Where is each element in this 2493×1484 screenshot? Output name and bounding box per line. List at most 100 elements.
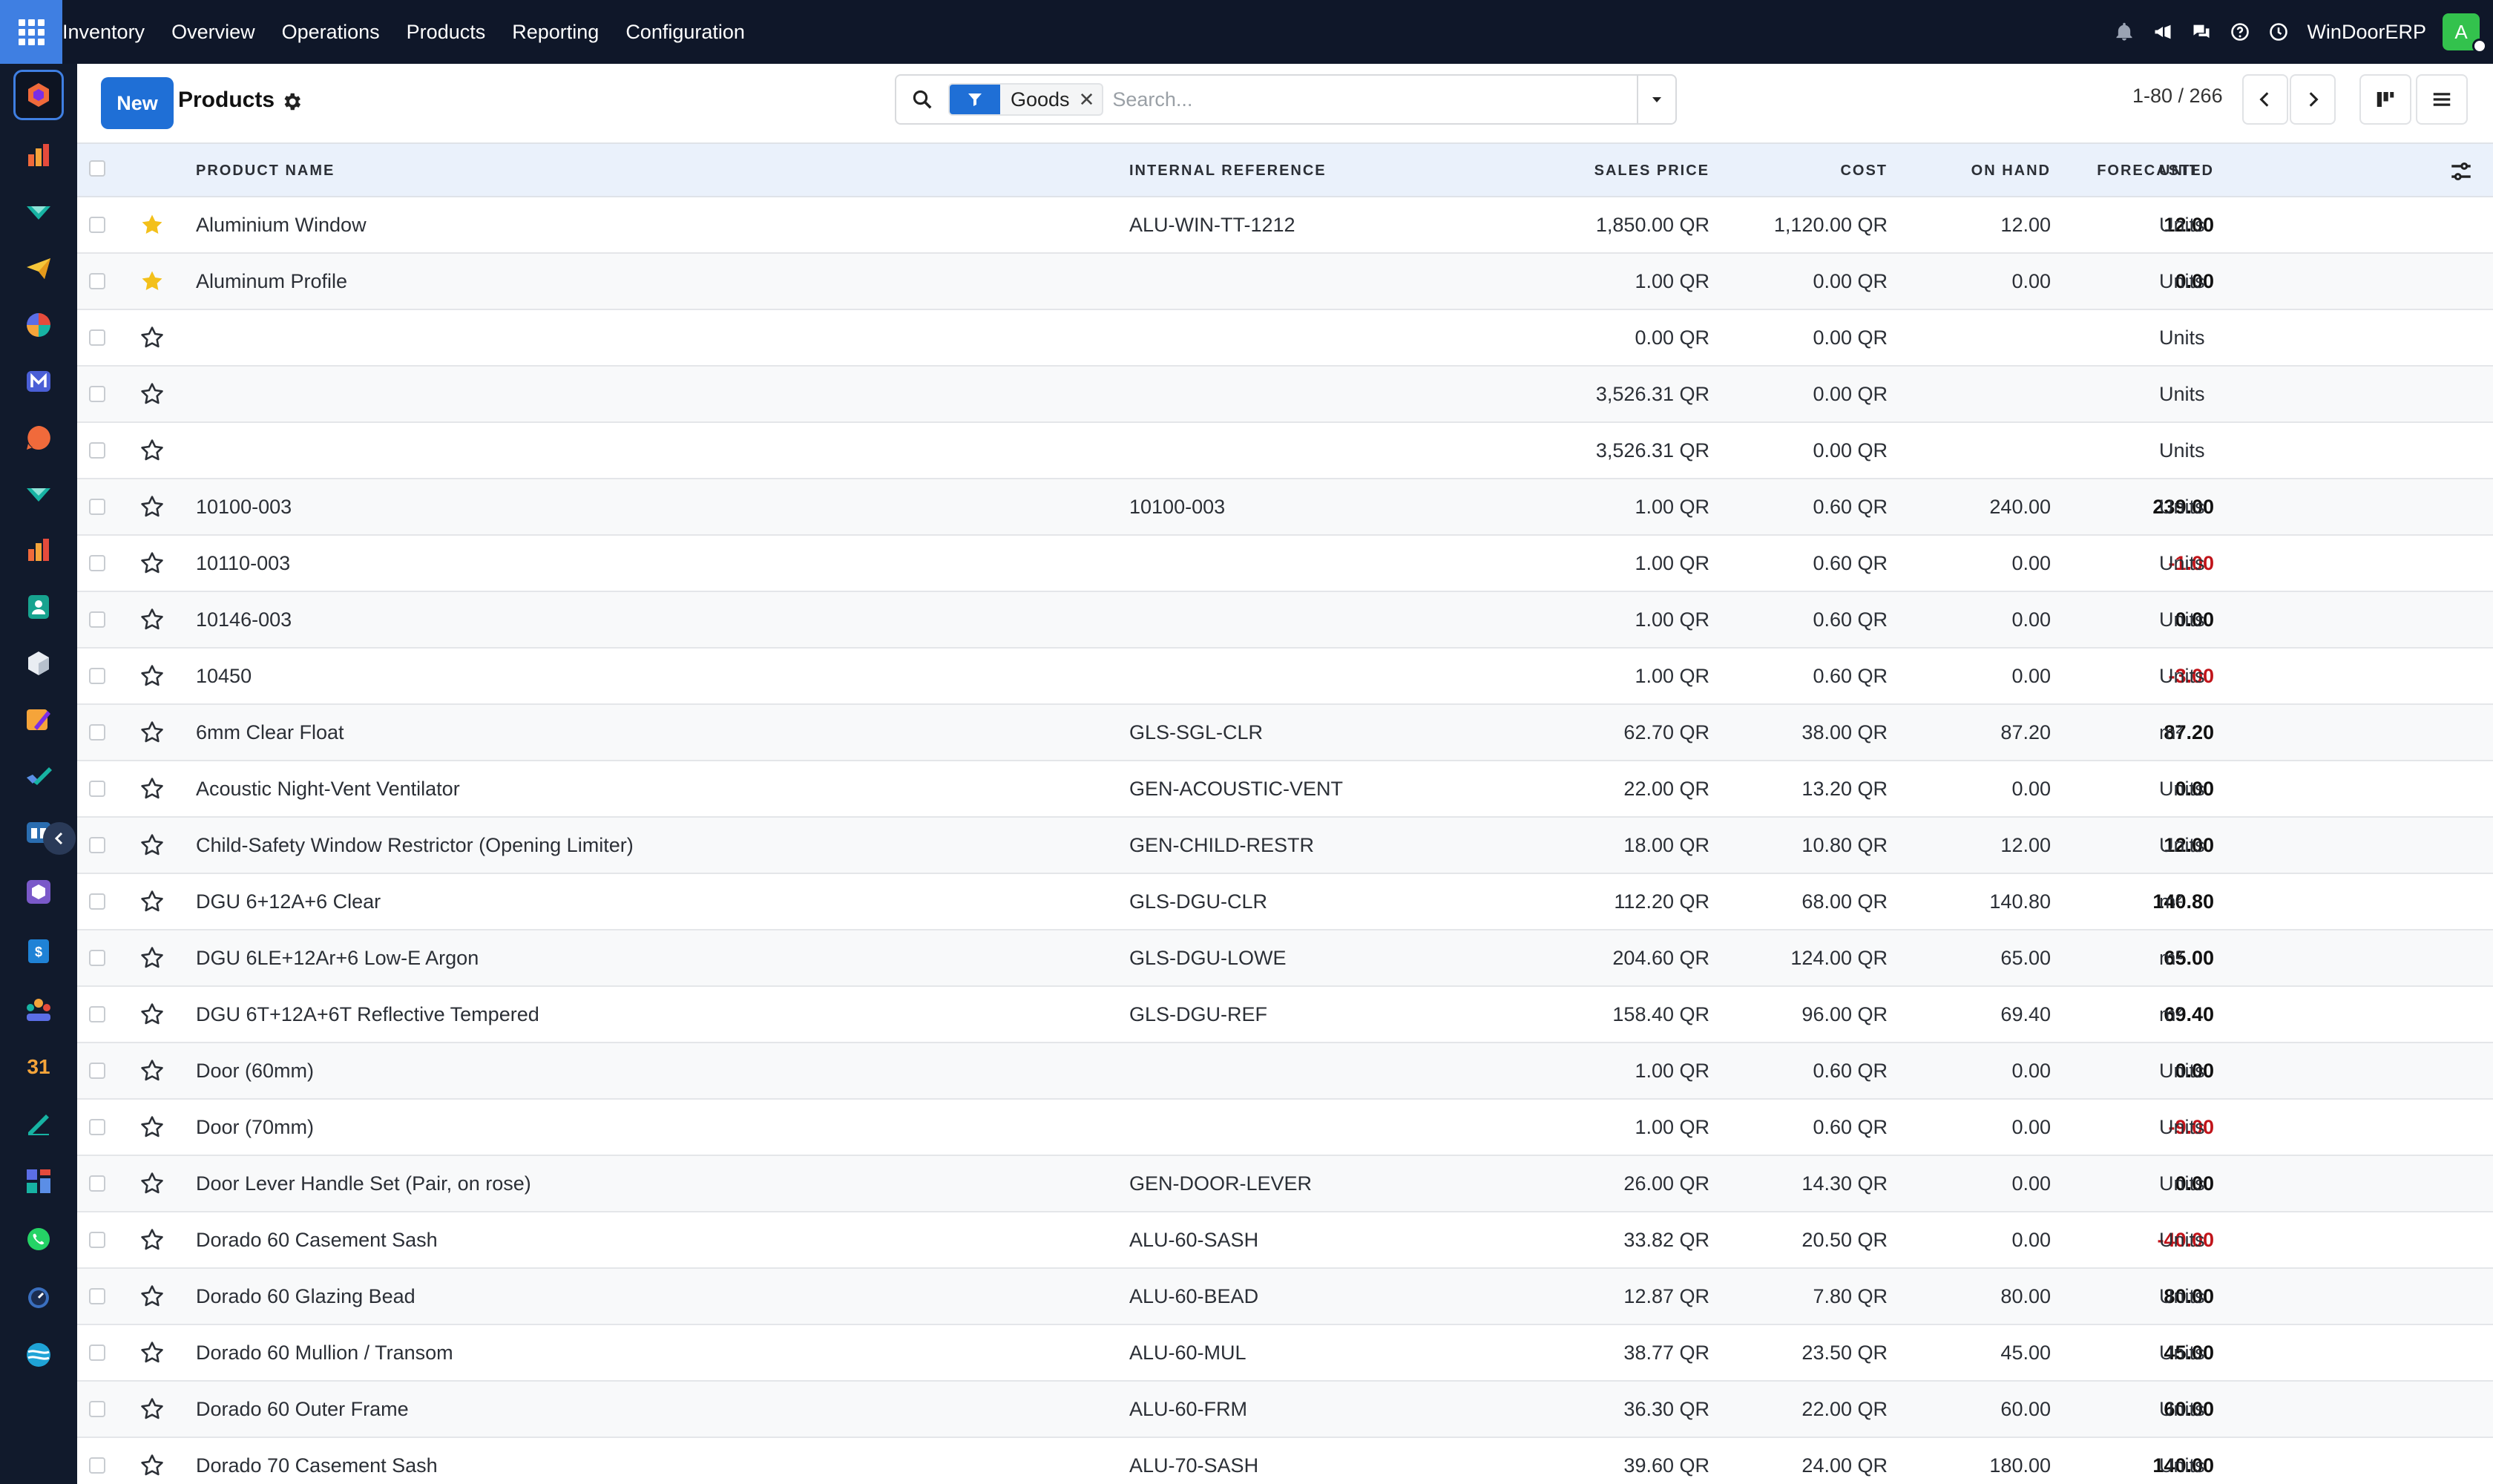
optional-columns-icon[interactable] xyxy=(2448,159,2474,184)
row-checkbox[interactable] xyxy=(89,1288,105,1304)
email-app-icon[interactable] xyxy=(13,243,64,294)
star-icon[interactable] xyxy=(139,1227,165,1252)
box-app-icon[interactable] xyxy=(13,867,64,917)
pager-value[interactable]: 1-80 / 266 xyxy=(2132,85,2223,108)
dashboard-app-icon[interactable] xyxy=(13,1156,64,1206)
menu-reporting[interactable]: Reporting xyxy=(499,0,612,64)
table-row[interactable]: Dorado 60 Outer Frame ALU-60-FRM 36.30 QR 2… xyxy=(77,1382,2493,1438)
star-icon[interactable] xyxy=(139,551,165,576)
row-checkbox[interactable] xyxy=(89,837,105,853)
row-checkbox[interactable] xyxy=(89,555,105,571)
row-checkbox[interactable] xyxy=(89,1401,105,1417)
list-view-button[interactable] xyxy=(2416,74,2468,125)
star-icon[interactable] xyxy=(139,945,165,971)
table-row[interactable]: Door (60mm) 1.00 QR 0.60 QR 0.00 0.00 Units xyxy=(77,1043,2493,1100)
search-options-toggle[interactable] xyxy=(1637,76,1675,123)
table-row[interactable]: Acoustic Night-Vent Ventilator GEN-ACOUST… xyxy=(77,761,2493,818)
invoice-app-icon[interactable]: $ xyxy=(13,926,64,976)
avatar[interactable]: A xyxy=(2443,13,2487,53)
menu-operations[interactable]: Operations xyxy=(269,0,393,64)
row-checkbox[interactable] xyxy=(89,893,105,910)
gear-icon[interactable] xyxy=(280,91,303,113)
star-icon[interactable] xyxy=(139,325,165,350)
spreadsheet-app-icon[interactable] xyxy=(13,525,64,576)
megaphone-icon[interactable] xyxy=(2144,0,2182,64)
row-checkbox[interactable] xyxy=(89,442,105,459)
star-icon[interactable] xyxy=(139,1114,165,1140)
company-switcher[interactable]: WinDoorERP xyxy=(2307,21,2426,44)
reports-app-icon[interactable] xyxy=(13,131,64,181)
star-icon[interactable] xyxy=(139,1002,165,1027)
search-input[interactable] xyxy=(1112,88,1637,111)
whatsapp-app-icon[interactable] xyxy=(13,1214,64,1264)
product-app-icon[interactable] xyxy=(13,638,64,689)
row-checkbox[interactable] xyxy=(89,1006,105,1022)
star-icon[interactable] xyxy=(139,607,165,632)
select-all-checkbox[interactable] xyxy=(89,160,105,177)
star-icon[interactable] xyxy=(139,1058,165,1083)
table-row[interactable]: 10146-003 1.00 QR 0.60 QR 0.00 0.00 Units xyxy=(77,592,2493,649)
help-icon[interactable] xyxy=(2221,0,2259,64)
row-checkbox[interactable] xyxy=(89,217,105,233)
search-icon[interactable] xyxy=(896,76,948,123)
star-icon[interactable] xyxy=(139,494,165,519)
website-app-icon[interactable] xyxy=(13,1330,64,1380)
facet-remove-icon[interactable]: ✕ xyxy=(1079,88,1103,111)
kanban-view-button[interactable] xyxy=(2359,74,2411,125)
col-header-internal-reference[interactable]: INTERNAL REFERENCE xyxy=(1129,144,1327,197)
table-row[interactable]: Dorado 70 Casement Sash ALU-70-SASH 39.60 … xyxy=(77,1438,2493,1484)
pie-app-icon[interactable] xyxy=(13,300,64,350)
table-row[interactable]: Dorado 60 Glazing Bead ALU-60-BEAD 12.87 Q… xyxy=(77,1269,2493,1325)
table-row[interactable]: 3,526.31 QR 0.00 QR Units xyxy=(77,367,2493,423)
row-checkbox[interactable] xyxy=(89,329,105,346)
table-row[interactable]: 6mm Clear Float GLS-SGL-CLR 62.70 QR 38.00 … xyxy=(77,705,2493,761)
star-icon[interactable] xyxy=(139,1284,165,1309)
row-checkbox[interactable] xyxy=(89,1457,105,1474)
star-icon[interactable] xyxy=(139,833,165,858)
row-checkbox[interactable] xyxy=(89,386,105,402)
table-row[interactable]: Child-Safety Window Restrictor (Opening … xyxy=(77,818,2493,874)
star-icon[interactable] xyxy=(139,720,165,745)
row-checkbox[interactable] xyxy=(89,724,105,741)
sign-app-icon[interactable] xyxy=(13,1098,64,1149)
menu-configuration[interactable]: Configuration xyxy=(612,0,758,64)
sales-app-icon[interactable] xyxy=(13,469,64,519)
col-header-product-name[interactable]: PRODUCT NAME xyxy=(196,144,335,197)
chat-icon[interactable] xyxy=(2182,0,2221,64)
table-row[interactable]: Dorado 60 Mullion / Transom ALU-60-MUL 38.… xyxy=(77,1325,2493,1382)
star-icon[interactable] xyxy=(139,1453,165,1478)
table-row[interactable]: 10100-003 10100-003 1.00 QR 0.60 QR 240.00 23… xyxy=(77,479,2493,536)
row-checkbox[interactable] xyxy=(89,950,105,966)
star-icon[interactable] xyxy=(139,776,165,801)
pager-previous-button[interactable] xyxy=(2242,74,2288,125)
table-row[interactable]: Aluminium Window ALU-WIN-TT-1212 1,850.00 … xyxy=(77,197,2493,254)
table-row[interactable]: 0.00 QR 0.00 QR Units xyxy=(77,310,2493,367)
employees-app-icon[interactable] xyxy=(13,984,64,1034)
row-checkbox[interactable] xyxy=(89,611,105,628)
menu-inventory[interactable]: Inventory xyxy=(62,0,158,64)
mail-m-app-icon[interactable] xyxy=(13,356,64,407)
row-checkbox[interactable] xyxy=(89,1063,105,1079)
menu-products[interactable]: Products xyxy=(393,0,499,64)
table-row[interactable]: DGU 6LE+12Ar+6 Low-E Argon GLS-DGU-LOWE 20… xyxy=(77,930,2493,987)
star-icon[interactable] xyxy=(139,1171,165,1196)
pager-next-button[interactable] xyxy=(2290,74,2336,125)
table-row[interactable]: DGU 6T+12A+6T Reflective Tempered GLS-DGU… xyxy=(77,987,2493,1043)
table-row[interactable]: Door Lever Handle Set (Pair, on rose) GEN… xyxy=(77,1156,2493,1212)
star-icon[interactable] xyxy=(139,381,165,407)
contacts-app-icon[interactable] xyxy=(13,582,64,632)
new-button[interactable]: New xyxy=(101,77,174,129)
star-icon[interactable] xyxy=(139,889,165,914)
star-icon[interactable] xyxy=(139,663,165,689)
row-checkbox[interactable] xyxy=(89,273,105,289)
clock-icon[interactable] xyxy=(2259,0,2298,64)
sidebar-collapse-button[interactable] xyxy=(43,822,76,855)
tasks-app-icon[interactable] xyxy=(13,751,64,801)
table-row[interactable]: 3,526.31 QR 0.00 QR Units xyxy=(77,423,2493,479)
table-row[interactable]: 10450 1.00 QR 0.60 QR 0.00 -3.00 Units xyxy=(77,649,2493,705)
table-row[interactable]: 10110-003 1.00 QR 0.60 QR 0.00 -1.00 Units xyxy=(77,536,2493,592)
table-row[interactable]: Aluminum Profile 1.00 QR 0.00 QR 0.00 0.00 Un… xyxy=(77,254,2493,310)
inventory-app-icon[interactable] xyxy=(13,70,64,120)
app-menu-button[interactable] xyxy=(0,0,62,64)
menu-overview[interactable]: Overview xyxy=(158,0,269,64)
